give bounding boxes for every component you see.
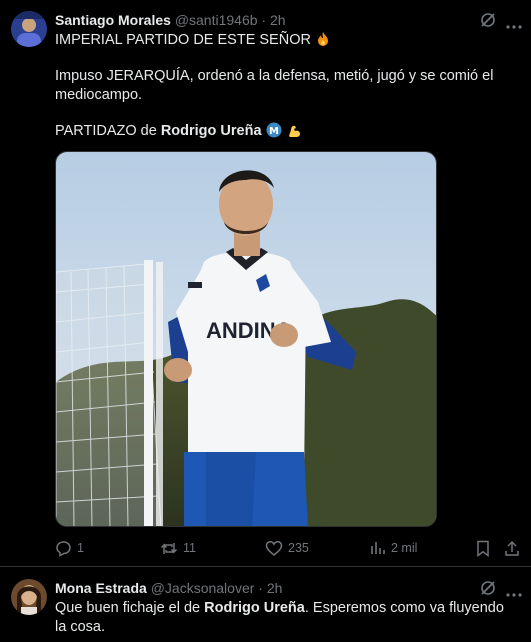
tweet-text-line-1: IMPERIAL PARTIDO DE ESTE SEÑOR <box>55 31 515 53</box>
tweet-photo[interactable]: ANDINA <box>55 151 437 527</box>
avatar[interactable] <box>11 11 47 47</box>
reply-tweet[interactable]: Mona Estrada @Jacksonalover · 2h Que bue… <box>0 567 531 642</box>
tweet-text-paragraph: Impuso JERARQUÍA, ordenó a la defensa, m… <box>55 68 494 103</box>
tweet-header: Mona Estrada @Jacksonalover · 2h <box>55 580 282 596</box>
more-options-icon[interactable] <box>505 585 523 597</box>
share-button[interactable] <box>504 537 520 559</box>
mention-bold-name: Rodrigo Ureña <box>204 600 305 616</box>
like-count: 235 <box>288 541 309 555</box>
timestamp[interactable]: 2h <box>270 12 286 28</box>
tweet-text-prefix: Que buen fichaje el de <box>55 600 205 616</box>
views-count: 2 mil <box>391 541 418 555</box>
author-handle[interactable]: @santi1946b <box>175 12 258 28</box>
reply-button[interactable]: 1 <box>55 537 84 559</box>
reply-count: 1 <box>77 541 84 555</box>
tweet[interactable]: Santiago Morales @santi1946b · 2h IMPERI… <box>0 0 531 567</box>
share-icon <box>504 540 520 557</box>
club-badge-emoji: M <box>266 122 282 144</box>
tweet-text-headline: IMPERIAL PARTIDO DE ESTE SEÑOR <box>55 32 311 48</box>
author-name[interactable]: Santiago Morales <box>55 12 171 28</box>
avatar[interactable] <box>11 579 47 615</box>
like-button[interactable]: 235 <box>265 537 309 559</box>
tweet-text: Que buen fichaje el de Rodrigo Ureña. Es… <box>55 599 515 637</box>
tweet-text-prefix: PARTIDAZO de <box>55 123 161 139</box>
views-button[interactable]: 2 mil <box>370 537 417 559</box>
grok-icon[interactable] <box>479 579 497 597</box>
views-chart-icon <box>370 540 386 556</box>
tweet-text-line-3: PARTIDAZO de Rodrigo Ureña M <box>55 122 515 144</box>
separator: · <box>258 580 263 596</box>
svg-text:M: M <box>269 126 279 137</box>
tweet-header: Santiago Morales @santi1946b · 2h <box>55 12 286 28</box>
mention-bold-name: Rodrigo Ureña <box>160 123 262 139</box>
grok-icon[interactable] <box>479 11 497 29</box>
flexed-biceps-emoji <box>286 122 302 144</box>
more-options-icon[interactable] <box>505 17 523 29</box>
player-photo-illustration: ANDINA <box>56 152 436 526</box>
reply-icon <box>55 540 72 557</box>
repost-button[interactable]: 11 <box>160 537 196 559</box>
timestamp[interactable]: 2h <box>267 580 283 596</box>
heart-icon <box>265 540 283 557</box>
repost-count: 11 <box>183 541 196 555</box>
repost-icon <box>160 540 178 557</box>
separator: · <box>261 12 267 28</box>
author-handle[interactable]: @Jacksonalover <box>151 580 255 596</box>
fire-emoji <box>315 31 331 53</box>
author-name[interactable]: Mona Estrada <box>55 580 147 596</box>
bookmark-icon <box>476 540 490 557</box>
bookmark-button[interactable] <box>476 537 490 559</box>
tweet-actions: 1 11 235 2 mil <box>55 537 525 559</box>
